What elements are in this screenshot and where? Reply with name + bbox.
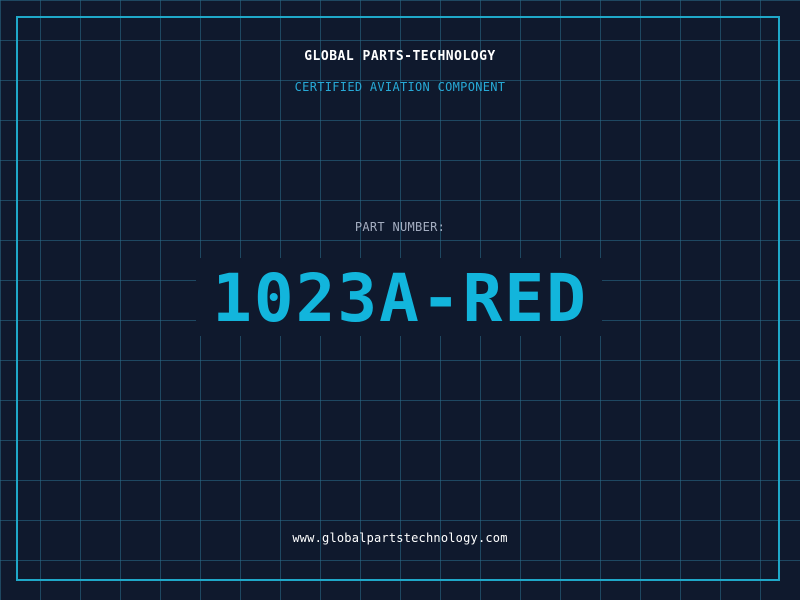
- label-canvas: GLOBAL PARTS-TECHNOLOGY CERTIFIED AVIATI…: [0, 0, 800, 600]
- part-number-value: 1023A-RED: [212, 260, 588, 337]
- company-name: GLOBAL PARTS-TECHNOLOGY: [304, 49, 496, 64]
- part-number-label: PART NUMBER:: [354, 220, 446, 234]
- certification-subtitle: CERTIFIED AVIATION COMPONENT: [294, 80, 506, 94]
- website-url: www.globalpartstechnology.com: [292, 531, 508, 545]
